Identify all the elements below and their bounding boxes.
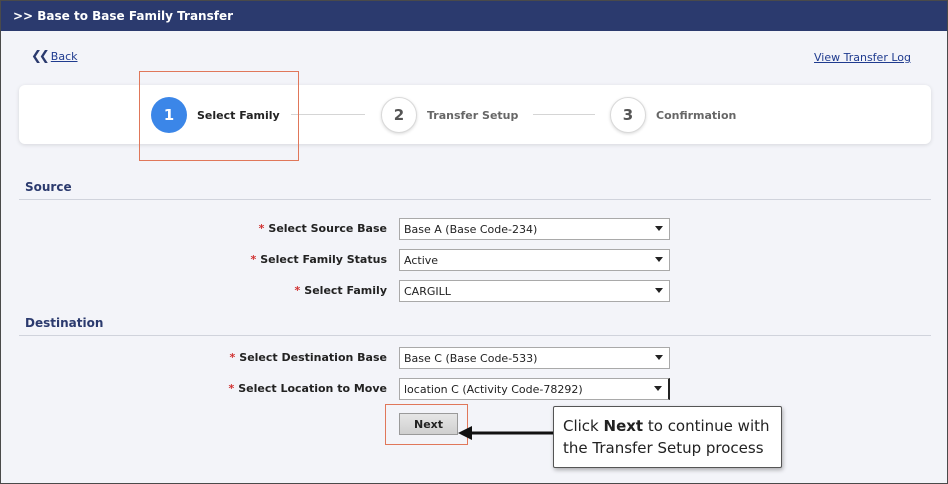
location-select[interactable]: location C (Activity Code-78292) [399,378,670,400]
dropdown-caret-icon [655,288,663,293]
step-connector [291,114,365,115]
source-base-row: * Select Source Base Base A (Base Code-23… [1,218,948,240]
section-divider [19,199,931,200]
required-marker: * [228,382,235,395]
step-connector [533,114,595,115]
next-button[interactable]: Next [399,413,458,435]
location-row: * Select Location to Move location C (Act… [1,378,948,400]
step-label: Transfer Setup [427,108,519,122]
family-row: * Select Family CARGILL [1,280,948,302]
field-label-text: Select Family [304,284,387,297]
field-label-text: Select Destination Base [239,351,387,364]
step-highlight-box [139,71,299,161]
callout-arrow-icon [458,426,554,440]
window-title: >> Base to Base Family Transfer [1,1,947,31]
step-number: 2 [381,97,417,133]
view-transfer-log-link[interactable]: View Transfer Log [814,51,911,64]
app-frame: >> Base to Base Family Transfer ❮❮ Back … [0,0,948,484]
field-label-text: Select Location to Move [238,382,387,395]
family-select[interactable]: CARGILL [399,280,670,302]
field-label-text: Select Family Status [260,253,387,266]
select-value: Base C (Base Code-533) [404,351,538,365]
select-value: location C (Activity Code-78292) [404,382,583,396]
source-base-select[interactable]: Base A (Base Code-234) [399,218,670,240]
field-label-text: Select Source Base [268,222,387,235]
step-label: Confirmation [656,108,737,122]
callout-text: Click [563,417,604,435]
required-marker: * [258,222,265,235]
destination-base-select[interactable]: Base C (Base Code-533) [399,347,670,369]
back-label: Back [50,50,78,63]
dropdown-caret-icon [655,355,663,360]
instruction-callout: Click Next to continue with the Transfer… [553,406,782,468]
dropdown-caret-icon [655,257,663,262]
select-value: Base A (Base Code-234) [404,222,538,236]
destination-base-row: * Select Destination Base Base C (Base Co… [1,347,948,369]
required-marker: * [250,253,257,266]
family-status-select[interactable]: Active [399,249,670,271]
family-status-row: * Select Family Status Active [1,249,948,271]
select-value: CARGILL [404,284,451,298]
select-value: Active [404,253,439,267]
step-number: 3 [610,97,646,133]
step-transfer-setup: 2 Transfer Setup [381,97,518,133]
back-link[interactable]: ❮❮ Back [31,49,78,64]
required-marker: * [294,284,301,297]
destination-section-title: Destination [25,316,104,330]
double-chevron-left-icon: ❮❮ [31,49,50,64]
field-label: * Select Destination Base [230,351,387,364]
dropdown-caret-icon [654,386,662,391]
field-label: * Select Location to Move [228,382,387,395]
field-label: * Select Family Status [250,253,387,266]
field-label: * Select Family [295,284,387,297]
callout-bold-text: Next [603,417,644,435]
required-marker: * [229,351,236,364]
source-section-title: Source [25,180,72,194]
section-divider [19,335,931,336]
dropdown-caret-icon [655,226,663,231]
step-confirmation: 3 Confirmation [610,97,736,133]
field-label: * Select Source Base [259,222,387,235]
